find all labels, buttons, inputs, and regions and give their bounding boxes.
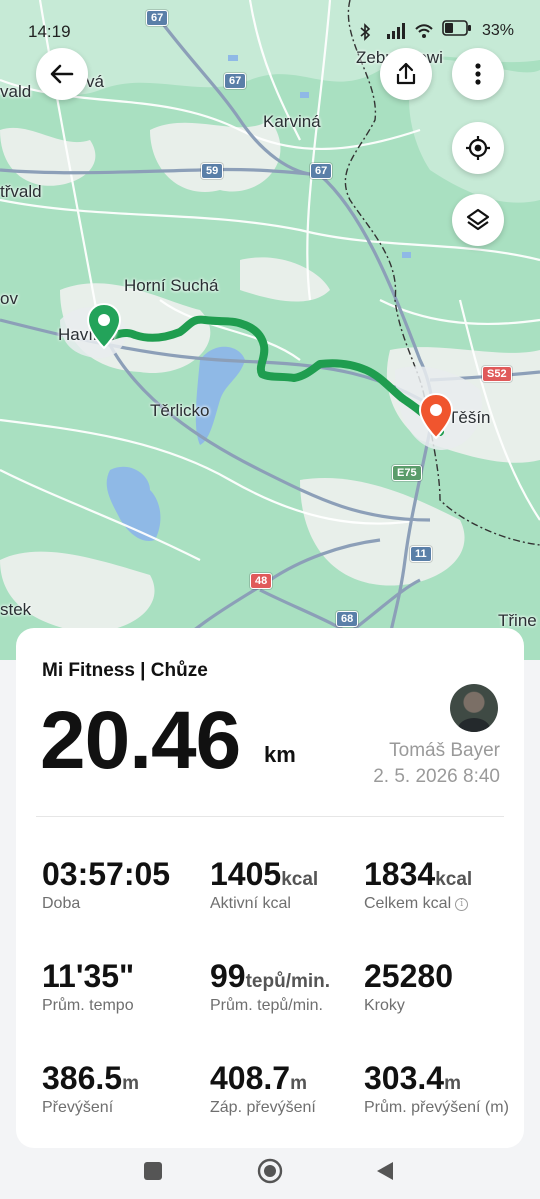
locate-icon bbox=[466, 136, 490, 160]
square-icon bbox=[144, 1162, 162, 1180]
activity-card: Mi Fitness | Chůze 20.46 km Tomáš Bayer … bbox=[16, 628, 524, 1148]
stat-value: 99 bbox=[210, 958, 246, 994]
stat-value: 11'35" bbox=[42, 958, 135, 994]
stat-value: 303.4 bbox=[364, 1060, 445, 1096]
recents-button[interactable] bbox=[138, 1156, 168, 1186]
battery-icon bbox=[442, 20, 472, 41]
stat-unit: tepů/min. bbox=[245, 971, 331, 992]
stat-unit: m bbox=[444, 1073, 461, 1094]
road-shield: 59 bbox=[201, 163, 224, 179]
map-label-va: vá bbox=[86, 72, 104, 91]
road-shield: E75 bbox=[392, 465, 422, 481]
share-icon bbox=[396, 62, 416, 85]
map-label-terlicko: Těrlicko bbox=[150, 401, 210, 420]
avatar[interactable] bbox=[450, 684, 498, 732]
activity-date: 2. 5. 2026 8:40 bbox=[373, 766, 500, 787]
bluetooth-icon bbox=[358, 22, 376, 41]
stat-active-kcal: 1405kcal Aktivní kcal bbox=[210, 856, 318, 913]
divider bbox=[36, 816, 504, 817]
info-icon[interactable]: i bbox=[455, 897, 469, 911]
stat-label: Záp. převýšení bbox=[210, 1099, 316, 1116]
map-label-trvald: třvald bbox=[0, 182, 42, 201]
stat-elevation-gain: 386.5m Převýšení bbox=[42, 1060, 139, 1117]
signal-icon bbox=[386, 22, 405, 39]
stat-value: 1405 bbox=[210, 856, 282, 892]
battery-percent: 33% bbox=[481, 21, 514, 39]
road-shield: 11 bbox=[410, 546, 432, 562]
stat-value: 03:57:05 bbox=[42, 856, 171, 892]
stat-label: Prům. tempo bbox=[42, 997, 134, 1014]
arrow-left-icon bbox=[50, 64, 74, 84]
stat-duration: 03:57:05 Doba bbox=[42, 856, 170, 913]
stat-elevation-loss: 408.7m Záp. převýšení bbox=[210, 1060, 316, 1117]
system-nav-bar bbox=[0, 1148, 540, 1199]
status-time: 14:19 bbox=[28, 22, 71, 41]
share-button[interactable] bbox=[380, 48, 432, 100]
locate-button[interactable] bbox=[452, 122, 504, 174]
map-label-horni-sucha: Horní Suchá bbox=[124, 276, 219, 295]
stat-label: Prům. převýšení (m) bbox=[364, 1099, 509, 1116]
start-marker-icon[interactable] bbox=[86, 302, 122, 350]
road-shield: 67 bbox=[310, 163, 333, 179]
back-nav-button[interactable] bbox=[370, 1156, 400, 1186]
stat-value: 25280 bbox=[364, 958, 453, 994]
stat-label: Prům. tepů/min. bbox=[210, 997, 323, 1014]
triangle-back-icon bbox=[377, 1162, 393, 1180]
road-shield: 67 bbox=[146, 10, 169, 26]
map-label-vald: vald bbox=[0, 82, 32, 101]
stat-value: 408.7 bbox=[210, 1060, 291, 1096]
home-button[interactable] bbox=[255, 1156, 285, 1186]
stat-label: Doba bbox=[42, 895, 81, 912]
stat-label: Celkem kcal bbox=[364, 895, 452, 912]
stat-label: Kroky bbox=[364, 997, 405, 1014]
more-options-button[interactable] bbox=[452, 48, 504, 100]
stat-unit: kcal bbox=[435, 869, 473, 890]
layers-button[interactable] bbox=[452, 194, 504, 246]
back-button[interactable] bbox=[36, 48, 88, 100]
route-map[interactable]: Zebrzydowi vá vald Karviná třvald Horní … bbox=[0, 0, 540, 660]
map-label-karvina: Karviná bbox=[263, 112, 321, 131]
stat-avg-elevation: 303.4m Prům. převýšení (m) bbox=[364, 1060, 509, 1117]
stat-avg-heart-rate: 99tepů/min. Prům. tepů/min. bbox=[210, 958, 330, 1015]
stat-unit: m bbox=[290, 1073, 307, 1094]
distance-value: 20.46 bbox=[40, 695, 241, 786]
layers-icon bbox=[466, 208, 490, 231]
map-label-ov: ov bbox=[0, 289, 18, 308]
stat-total-kcal: 1834kcal Celkem kcal i bbox=[364, 856, 472, 913]
wifi-icon bbox=[414, 23, 433, 39]
distance-unit: km bbox=[264, 742, 296, 767]
stat-label: Převýšení bbox=[42, 1099, 114, 1116]
user-name: Tomáš Bayer bbox=[389, 740, 500, 761]
road-shield: 48 bbox=[250, 573, 273, 589]
stat-unit: m bbox=[122, 1073, 139, 1094]
more-vertical-icon bbox=[475, 63, 481, 85]
stat-label: Aktivní kcal bbox=[210, 895, 291, 912]
status-icons: 33% bbox=[358, 20, 514, 41]
stat-avg-pace: 11'35" Prům. tempo bbox=[42, 958, 134, 1015]
activity-source: Mi Fitness | Chůze bbox=[42, 660, 208, 681]
circle-home-icon bbox=[257, 1158, 283, 1184]
map-label-stek: stek bbox=[0, 600, 32, 619]
end-marker-icon[interactable] bbox=[418, 392, 454, 440]
stat-value: 386.5 bbox=[42, 1060, 123, 1096]
road-shield: 68 bbox=[336, 611, 359, 627]
map-label-cesin: Těšín bbox=[448, 408, 491, 427]
road-shield: 67 bbox=[224, 73, 247, 89]
stat-unit: kcal bbox=[281, 869, 319, 890]
stat-steps: 25280 Kroky bbox=[364, 958, 453, 1015]
stat-value: 1834 bbox=[364, 856, 436, 892]
road-shield: S52 bbox=[482, 366, 512, 382]
